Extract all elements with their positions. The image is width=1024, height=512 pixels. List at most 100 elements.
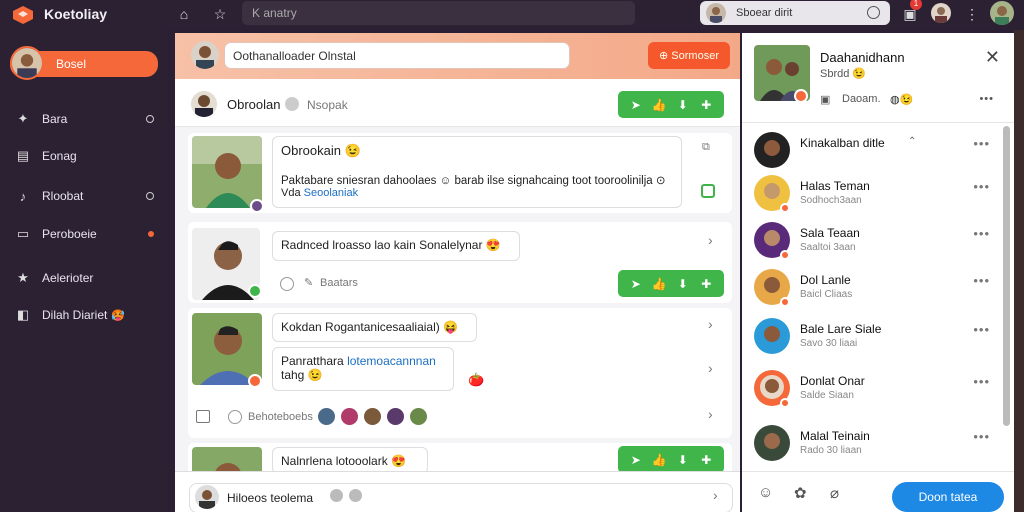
attach-icon[interactable] <box>349 489 362 502</box>
compose-button[interactable]: ⊕ Sormoser <box>648 42 730 69</box>
add-icon[interactable]: ✚ <box>697 98 715 112</box>
contact-item[interactable]: Dol Lanle Baicl Cliaas ••• <box>752 269 1000 309</box>
like-icon[interactable]: 👍 <box>650 98 668 112</box>
post-bubble: Nalnrlena lotooolark 😍 <box>272 447 428 474</box>
globe-icon <box>285 97 299 111</box>
link-icon[interactable]: ⌀ <box>830 484 839 502</box>
thread-subtitle: Nsopak <box>307 98 348 112</box>
reaction-actions[interactable]: ➤ 👍 ⬇ ✚ <box>618 270 724 297</box>
contacts-panel: Daahanidhann Sbrdd 😉 ▣ Daoam. ◍😉 ✕ ••• K… <box>742 33 1014 512</box>
send-button[interactable]: Doon tatea <box>892 482 1004 512</box>
like-icon[interactable]: 👍 <box>650 453 668 467</box>
status-badge <box>780 297 790 307</box>
status-icon <box>867 6 880 19</box>
status-badge <box>780 398 790 408</box>
contact-item[interactable]: Kinakalban ditle ⌃ ••• <box>752 132 1000 172</box>
avatar <box>339 406 360 427</box>
post-bubble: Radnced lroasso lao kain Sonalelynar 😍 <box>272 231 520 261</box>
reaction-icon[interactable]: 🍅 <box>468 372 484 388</box>
sidebar-item-rloobat[interactable]: ♪ Rloobat <box>14 186 160 206</box>
post-bubble: Kokdan Rogantanicesaaliaial) 😝 <box>272 313 477 342</box>
chevron-right-icon[interactable]: › <box>708 360 713 376</box>
post-card: Radnced lroasso lao kain Sonalelynar 😍 ›… <box>188 222 732 303</box>
more-icon[interactable]: ••• <box>973 374 990 389</box>
chevron-right-icon[interactable]: › <box>713 487 718 503</box>
like-icon[interactable]: 👍 <box>650 277 668 291</box>
sidebar-item-eonag[interactable]: ▤ Eonag <box>14 146 160 166</box>
more-icon[interactable]: ••• <box>979 93 994 105</box>
contact-name: Kinakalban ditle <box>800 136 885 150</box>
chevron-right-icon[interactable]: › <box>708 406 713 422</box>
contact-status: Salde Siaan <box>800 390 854 401</box>
home-icon[interactable]: ⌂ <box>174 4 194 24</box>
share-icon[interactable]: ➤ <box>627 277 645 291</box>
sidebar-item-aelerioter[interactable]: ★ Aelerioter <box>14 268 160 288</box>
contact-item[interactable]: Halas Teman Sodhoch3aan ••• <box>752 175 1000 215</box>
contact-item[interactable]: Donlat Onar Salde Siaan ••• <box>752 370 1000 410</box>
avatar <box>195 485 219 509</box>
contact-item[interactable]: Malal Teinain Rado 30 liaan ••• <box>752 425 1000 465</box>
contacts-footer: ☺ ✿ ⌀ Doon tatea <box>742 471 1014 512</box>
avatar[interactable] <box>990 1 1014 25</box>
avatar <box>10 46 44 80</box>
avatar <box>385 406 406 427</box>
download-icon[interactable]: ⬇ <box>674 98 692 112</box>
emoji-icon[interactable]: ☺ <box>758 484 773 501</box>
copy-icon[interactable]: ⧉ <box>702 141 710 154</box>
contact-item[interactable]: Sala Teaan Saaltoi 3aan ••• <box>752 222 1000 262</box>
share-icon[interactable]: ➤ <box>627 98 645 112</box>
more-vertical-icon[interactable]: ⋮ <box>962 4 982 24</box>
download-icon[interactable]: ⬇ <box>674 453 692 467</box>
status-badge <box>248 284 262 298</box>
avatar <box>362 406 383 427</box>
reaction-actions[interactable]: ➤ 👍 ⬇ ✚ <box>618 91 724 118</box>
post-link[interactable]: lotemoacannnan <box>347 354 436 368</box>
star-icon[interactable]: ☆ <box>210 4 230 24</box>
sidebar-item-active[interactable]: Bosel <box>10 46 158 80</box>
settings-icon[interactable]: ✿ <box>794 484 807 502</box>
status-dot <box>148 231 154 237</box>
sidebar-item-dilah[interactable]: ◧ Dilah Diariet 🥵 <box>14 305 160 325</box>
more-icon[interactable]: ••• <box>973 179 990 194</box>
chevron-right-icon[interactable]: › <box>708 316 713 332</box>
reaction-actions[interactable]: ➤ 👍 ⬇ ✚ <box>618 446 724 473</box>
bookmark-icon: ◧ <box>16 307 30 322</box>
share-icon[interactable]: ➤ <box>627 453 645 467</box>
app-title: Koetoliay <box>44 6 108 22</box>
more-icon[interactable]: ••• <box>973 136 990 151</box>
post-card: Kokdan Rogantanicesaaliaial) 😝 Panrattha… <box>188 308 732 438</box>
more-icon[interactable]: ••• <box>973 273 990 288</box>
thread-title: Obroolan <box>227 97 281 112</box>
sidebar-item-bara[interactable]: ✦ Bara <box>14 109 160 129</box>
profile-pill[interactable]: Sboear dirit <box>700 1 890 25</box>
more-icon[interactable]: ••• <box>973 226 990 241</box>
close-icon[interactable]: ✕ <box>985 47 1000 68</box>
post-link[interactable]: Seoolaniak <box>304 187 358 199</box>
compose-input[interactable]: Oothanalloader Olnstal <box>224 42 570 69</box>
contact-name: Donlat Onar <box>800 374 865 388</box>
post-body: Paktabare sniesran dahoolaes ☺ barab ils… <box>281 175 666 187</box>
more-icon[interactable]: ••• <box>973 322 990 337</box>
add-icon[interactable]: ✚ <box>697 277 715 291</box>
bottom-compose-bar: Hiloeos teolema › <box>175 471 740 512</box>
profile-name: Daahanidhann <box>820 50 905 65</box>
avatar[interactable] <box>931 3 951 23</box>
profile-meta-2: Daoam. <box>842 93 881 105</box>
sidebar-item-peroboeie[interactable]: ▭ Peroboeie <box>14 224 160 244</box>
checkbox-icon[interactable] <box>701 184 715 198</box>
search-input[interactable]: K anatry <box>242 1 635 25</box>
participant-avatars[interactable] <box>316 406 429 427</box>
contact-item[interactable]: Bale Lare Siale Savo 30 liaai ••• <box>752 318 1000 358</box>
chevron-right-icon[interactable]: › <box>708 232 713 248</box>
contact-status: Savo 30 liaai <box>800 338 858 349</box>
scrollbar[interactable] <box>1003 126 1010 426</box>
post-photo[interactable] <box>192 136 262 208</box>
download-icon[interactable]: ⬇ <box>674 277 692 291</box>
emoji-icon[interactable] <box>330 489 343 502</box>
camera-icon[interactable]: ▣ <box>820 93 830 106</box>
image-icon[interactable] <box>196 410 210 423</box>
add-icon[interactable]: ✚ <box>697 453 715 467</box>
inbox-icon: ▤ <box>16 148 30 163</box>
edit-icon[interactable]: ✎ <box>304 276 313 289</box>
more-icon[interactable]: ••• <box>973 429 990 444</box>
